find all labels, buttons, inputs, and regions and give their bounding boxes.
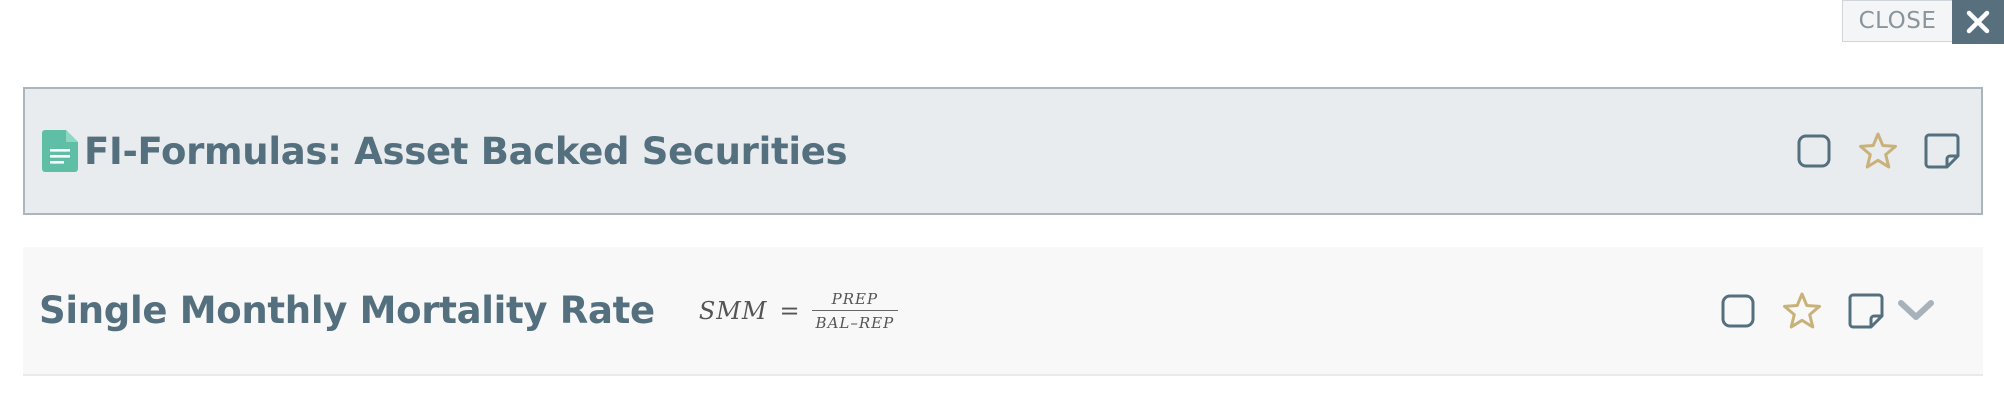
note-icon[interactable]	[1920, 129, 1964, 173]
star-icon[interactable]	[1856, 129, 1900, 173]
formula-lhs: SMM	[698, 296, 768, 325]
note-icon[interactable]	[1844, 289, 1888, 333]
chevron-down-icon[interactable]	[1894, 289, 1938, 333]
formula-denominator: BAL–REP	[811, 309, 899, 332]
formula-numerator: PREP	[831, 289, 879, 308]
document-actions	[1792, 129, 1964, 173]
formula-actions	[1716, 289, 1938, 333]
star-icon[interactable]	[1780, 289, 1824, 333]
formula-title: Single Monthly Mortality Rate	[39, 289, 655, 332]
document-icon	[42, 130, 78, 172]
document-header: FI-Formulas: Asset Backed Securities	[23, 87, 1983, 215]
checkbox-icon[interactable]	[1792, 129, 1836, 173]
checkbox-icon[interactable]	[1716, 289, 1760, 333]
formula-fraction: PREP BAL–REP	[811, 289, 899, 332]
close-label: CLOSE	[1858, 8, 1937, 34]
close-icon[interactable]	[1952, 0, 2004, 44]
formula-row: Single Monthly Mortality Rate SMM = PREP…	[23, 247, 1983, 376]
page-title: FI-Formulas: Asset Backed Securities	[84, 129, 848, 173]
formula-equals: =	[779, 296, 800, 325]
close-button[interactable]: CLOSE	[1842, 0, 1952, 42]
close-control[interactable]: CLOSE	[1842, 0, 2004, 44]
formula-expression: SMM = PREP BAL–REP	[698, 289, 899, 332]
